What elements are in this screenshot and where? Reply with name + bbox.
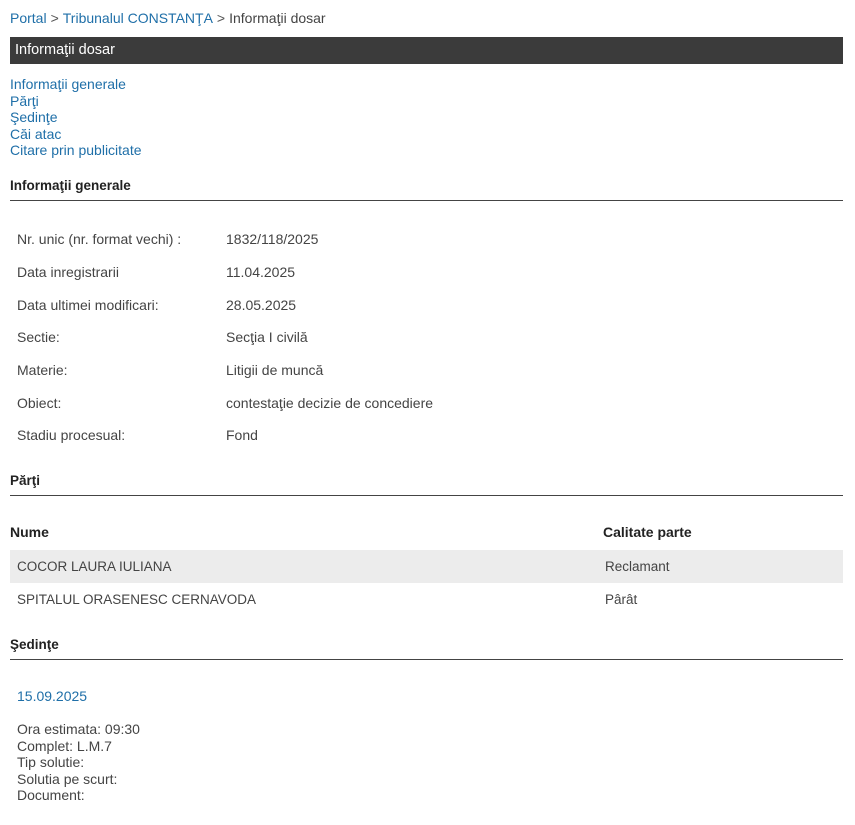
info-label: Data inregistrarii	[17, 264, 119, 280]
column-header-name: Nume	[10, 524, 49, 540]
table-row: SPITALUL ORASENESC CERNAVODA Pârât	[10, 583, 843, 616]
breadcrumb-court-link[interactable]: Tribunalul CONSTANŢA	[63, 10, 213, 26]
hearing-document: Document:	[17, 787, 85, 803]
info-row-last-modified: Data ultimei modificari: 28.05.2025	[17, 297, 296, 313]
info-row-procedural-stage: Stadiu procesual: Fond	[17, 427, 258, 443]
hearing-solution-type: Tip solutie:	[17, 754, 85, 770]
page-title-bar: Informaţii dosar	[10, 37, 843, 64]
info-value: 28.05.2025	[226, 297, 297, 313]
section-heading-parties: Părţi	[10, 473, 843, 496]
info-label: Stadiu procesual:	[17, 427, 126, 443]
info-value: 1832/118/2025	[226, 231, 319, 247]
info-row-case-number: Nr. unic (nr. format vechi) : 1832/118/20…	[17, 231, 318, 247]
info-row-registration-date: Data inregistrarii 11.04.2025	[17, 264, 295, 280]
info-value: Secţia I civilă	[226, 329, 308, 345]
breadcrumb-separator: >	[216, 10, 226, 26]
breadcrumb-separator: >	[50, 10, 59, 26]
breadcrumb: Portal > Tribunalul CONSTANŢA > Informaţii d…	[10, 10, 326, 26]
toc-link-general[interactable]: Informaţii generale	[10, 76, 142, 93]
info-row-section: Sectie: Secţia I civilă	[17, 329, 308, 345]
hearing-estimated-time: Ora estimata: 09:30	[17, 721, 140, 737]
party-name: COCOR LAURA IULIANA	[17, 559, 172, 574]
breadcrumb-current: Informaţii dosar	[229, 10, 326, 26]
info-label: Nr. unic (nr. format vechi) :	[17, 231, 182, 247]
info-label: Sectie:	[17, 329, 60, 345]
info-label: Data ultimei modificari:	[17, 297, 159, 313]
column-header-role: Calitate parte	[603, 524, 692, 540]
toc-link-hearings[interactable]: Şedinţe	[10, 109, 142, 126]
info-value: Fond	[226, 427, 258, 443]
table-of-contents: Informaţii generale Părţi Şedinţe Căi at…	[10, 76, 142, 159]
hearing-details: Ora estimata: 09:30 Complet: L.M.7 Tip s…	[17, 721, 140, 804]
toc-link-appeals[interactable]: Căi atac	[10, 126, 142, 143]
info-label: Materie:	[17, 362, 68, 378]
party-role: Reclamant	[605, 559, 670, 574]
info-row-subject-matter: Materie: Litigii de muncă	[17, 362, 323, 378]
hearing-date: 15.09.2025	[17, 688, 88, 704]
table-row: COCOR LAURA IULIANA Reclamant	[10, 550, 843, 583]
party-name: SPITALUL ORASENESC CERNAVODA	[17, 592, 257, 607]
toc-link-public-summons[interactable]: Citare prin publicitate	[10, 142, 142, 159]
hearing-solution-summary: Solutia pe scurt:	[17, 770, 118, 787]
info-value: Litigii de muncă	[226, 362, 324, 378]
hearing-panel: Complet: L.M.7	[17, 737, 112, 754]
info-value: 11.04.2025	[226, 264, 296, 280]
info-value: contestaţie decizie de concediere	[226, 395, 434, 411]
toc-link-parties[interactable]: Părţi	[10, 93, 142, 110]
section-heading-hearings: Şedinţe	[10, 637, 843, 660]
page-title: Informaţii dosar	[15, 42, 115, 58]
breadcrumb-portal-link[interactable]: Portal	[10, 10, 47, 26]
party-role: Pârât	[605, 592, 638, 607]
section-heading-general: Informaţii generale	[10, 178, 843, 201]
info-row-object: Obiect: contestaţie decizie de concediere	[17, 395, 433, 411]
info-label: Obiect:	[17, 395, 62, 411]
parties-table-header: Nume Calitate parte	[10, 524, 843, 540]
